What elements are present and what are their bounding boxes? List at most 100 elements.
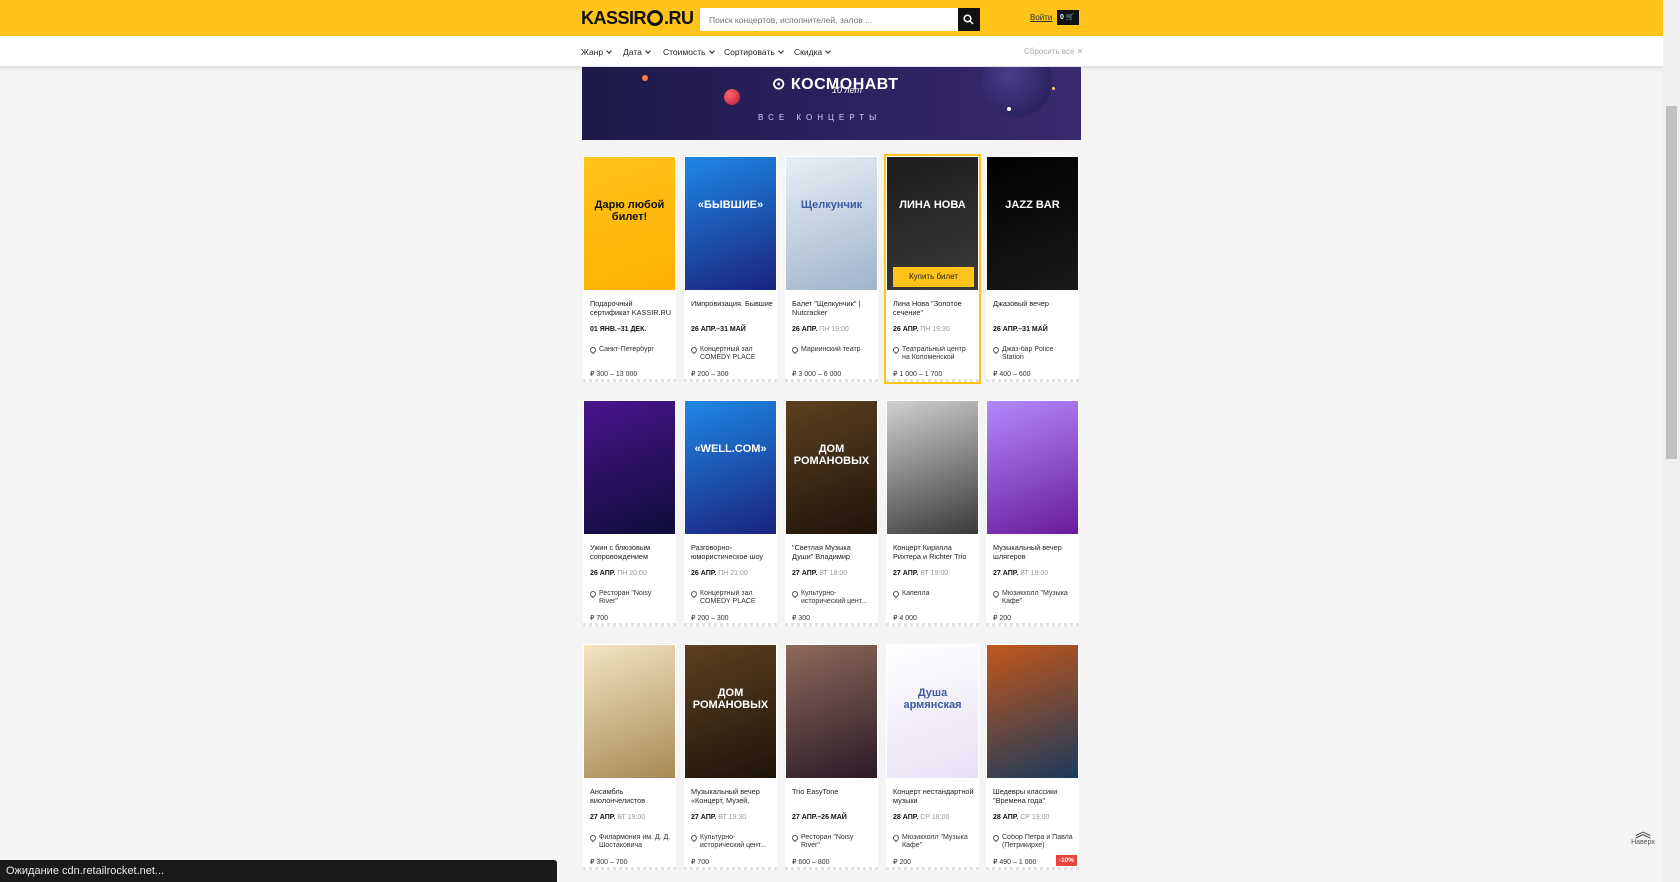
- location-pin-icon: [790, 833, 800, 843]
- event-poster[interactable]: [584, 401, 675, 534]
- event-venue: Мюзикхолл "Музыка Кафе": [1002, 590, 1068, 605]
- event-venue: Филармония им. Д. Д. Шостаковича: [599, 834, 671, 849]
- event-card[interactable]: Ансамбль виолончелистов 27 АПР. ВТ 19:00 Ф…: [583, 644, 676, 870]
- event-price: ₽ 300 – 700: [590, 859, 628, 866]
- back-to-top-button[interactable]: ︽ Наверх: [1628, 825, 1658, 847]
- filter-genre[interactable]: Жанр: [581, 47, 611, 57]
- event-poster-text: «WELL.COM»: [694, 443, 767, 455]
- event-title[interactable]: Импровизация. Бывшие: [691, 300, 773, 318]
- event-poster[interactable]: ДОМ РОМАНОВЫХ: [786, 401, 877, 534]
- event-title[interactable]: Ужин с блюзовым сопровождением: [590, 544, 672, 562]
- location-pin-icon: [588, 833, 598, 843]
- event-date: 26 АПР. ПН 19:00: [792, 326, 849, 333]
- event-card[interactable]: «БЫВШИЕ» Импровизация. Бывшие 26 АПР.–31 М…: [684, 156, 777, 382]
- event-poster[interactable]: Душа армянская: [887, 645, 978, 778]
- event-poster[interactable]: [987, 401, 1078, 534]
- back-to-top-label: Наверх: [1631, 839, 1655, 846]
- event-venue: Джаз-бар Police Station: [1002, 346, 1054, 361]
- event-poster[interactable]: Щелкунчик: [786, 157, 877, 290]
- filter-sort[interactable]: Сортировать: [724, 47, 783, 57]
- event-card[interactable]: JAZZ BAR Джазовый вечер 26 АПР.–31 МАЙ Джа…: [986, 156, 1079, 382]
- location-pin-icon: [790, 589, 800, 599]
- event-card[interactable]: Шедевры классики "Времена года" 28 АПР. С…: [986, 644, 1079, 870]
- filter-date[interactable]: Дата: [623, 47, 650, 57]
- event-card[interactable]: Музыкальный вечер шлягеров 27 АПР. ВТ 19:…: [986, 400, 1079, 626]
- event-card[interactable]: Щелкунчик Балет "Щелкунчик" | Nutcracker 2…: [785, 156, 878, 382]
- event-title[interactable]: Музыкальный вечер шлягеров: [993, 544, 1075, 562]
- close-icon: ✕: [1076, 47, 1084, 56]
- site-logo[interactable]: KASSIR .RU: [581, 8, 694, 29]
- event-card[interactable]: Ужин с блюзовым сопровождением 26 АПР. ПН…: [583, 400, 676, 626]
- event-title[interactable]: Джазовый вечер: [993, 300, 1075, 318]
- location-pin-icon: [689, 833, 699, 843]
- event-poster[interactable]: «БЫВШИЕ»: [685, 157, 776, 290]
- event-title[interactable]: Концерт Кирилла Рихтера и Richter Trio: [893, 544, 975, 562]
- event-poster[interactable]: Дарю любой билет!: [584, 157, 675, 290]
- cart-icon: 🛒: [1065, 14, 1075, 21]
- event-venue: Культурно-исторический цент...: [700, 834, 767, 849]
- filter-discount[interactable]: Скидка: [794, 47, 830, 57]
- event-price: ₽ 400 – 600: [993, 371, 1031, 378]
- event-poster-text: Душа армянская: [903, 687, 962, 711]
- event-date: 26 АПР.–31 МАЙ: [993, 326, 1048, 333]
- event-poster-text: «БЫВШИЕ»: [697, 199, 764, 211]
- location-pin-icon: [991, 345, 1001, 355]
- event-date: 28 АПР. СР 18:00: [893, 814, 950, 821]
- event-date: 26 АПР. ПН 20:00: [590, 570, 647, 577]
- event-venue: Ресторан "Noisy River": [599, 590, 652, 605]
- event-card[interactable]: Дарю любой билет! Подарочный сертификат K…: [583, 156, 676, 382]
- discount-badge: -10%: [1055, 855, 1077, 866]
- event-price: ₽ 300 – 13 000: [590, 371, 638, 378]
- location-pin-icon: [991, 589, 1001, 599]
- filter-price[interactable]: Стоимость: [663, 47, 714, 57]
- event-title[interactable]: Trio EasyTone: [792, 788, 874, 806]
- event-card[interactable]: Trio EasyTone 27 АПР.–26 МАЙ Ресторан "No…: [785, 644, 878, 870]
- event-poster[interactable]: «WELL.COM»: [685, 401, 776, 534]
- event-poster[interactable]: ДОМ РОМАНОВЫХ: [685, 645, 776, 778]
- event-venue: Культурно-исторический цент...: [801, 590, 868, 605]
- event-date: 26 АПР.–31 МАЙ: [691, 326, 746, 333]
- promo-banner[interactable]: ⊙ КОСМОНАВТ 10 лет ВСЕ КОНЦЕРТЫ: [582, 67, 1081, 140]
- reset-filters-button[interactable]: Сбросить все ✕: [1024, 47, 1083, 56]
- search-input[interactable]: [700, 8, 959, 31]
- event-date: 26 АПР. ПН 21:00: [691, 570, 748, 577]
- event-title[interactable]: Подарочный сертификат KASSIR.RU: [590, 300, 672, 318]
- event-poster[interactable]: [786, 645, 877, 778]
- event-title[interactable]: Ансамбль виолончелистов: [590, 788, 672, 806]
- star-graphic: [1052, 87, 1055, 90]
- banner-link[interactable]: ВСЕ КОНЦЕРТЫ: [758, 113, 881, 122]
- event-title[interactable]: Концерт нестандартной музыки: [893, 788, 975, 806]
- event-card[interactable]: ДОМ РОМАНОВЫХ "Светлая Музыка Души" Влади…: [785, 400, 878, 626]
- planet-graphic: [724, 89, 740, 105]
- event-title[interactable]: Балет "Щелкунчик" | Nutcracker: [792, 300, 874, 318]
- event-card[interactable]: Душа армянская Концерт нестандартной музы…: [886, 644, 979, 870]
- event-date: 01 ЯНВ.–31 ДЕК.: [590, 326, 647, 333]
- event-title[interactable]: Разговорно-юмористическое шоу: [691, 544, 773, 562]
- event-price: ₽ 3 000 – 6 000: [792, 371, 842, 378]
- event-date: 27 АПР. ВТ 19:00: [993, 570, 1049, 577]
- event-title[interactable]: Шедевры классики "Времена года": [993, 788, 1075, 806]
- event-card[interactable]: Концерт Кирилла Рихтера и Richter Trio 27…: [886, 400, 979, 626]
- event-venue: Театральный центр на Коломенской: [902, 346, 966, 361]
- location-pin-icon: [891, 589, 901, 599]
- event-date: 26 АПР. ПН 19:30: [893, 326, 950, 333]
- login-link[interactable]: Войти: [1030, 13, 1052, 22]
- event-poster[interactable]: [987, 645, 1078, 778]
- event-title[interactable]: Музыкальный вечер «Концерт, Музей,: [691, 788, 773, 806]
- event-venue: Концертный зал COMEDY PLACE: [700, 346, 756, 361]
- scrollbar-thumb[interactable]: [1666, 106, 1677, 459]
- event-card[interactable]: ЛИНА НОВА Купить билет Лина Нова "Золотое …: [884, 154, 981, 384]
- buy-ticket-button[interactable]: Купить билет: [893, 267, 974, 287]
- browser-status-bar: Ожидание cdn.retailrocket.net...: [0, 860, 557, 882]
- event-card[interactable]: «WELL.COM» Разговорно-юмористическое шоу 2…: [684, 400, 777, 626]
- event-poster[interactable]: [887, 401, 978, 534]
- cart-button[interactable]: 0 🛒: [1057, 10, 1079, 25]
- event-card[interactable]: ДОМ РОМАНОВЫХ Музыкальный вечер «Концерт,…: [684, 644, 777, 870]
- event-poster[interactable]: [584, 645, 675, 778]
- event-title[interactable]: Лина Нова "Золотое сечение": [893, 300, 975, 318]
- event-date: 27 АПР. ВТ 18:00: [792, 570, 848, 577]
- event-venue: Концертный зал COMEDY PLACE: [700, 590, 756, 605]
- event-title[interactable]: "Светлая Музыка Души" Владимир: [792, 544, 874, 562]
- search-button[interactable]: [958, 8, 980, 31]
- event-poster[interactable]: JAZZ BAR: [987, 157, 1078, 290]
